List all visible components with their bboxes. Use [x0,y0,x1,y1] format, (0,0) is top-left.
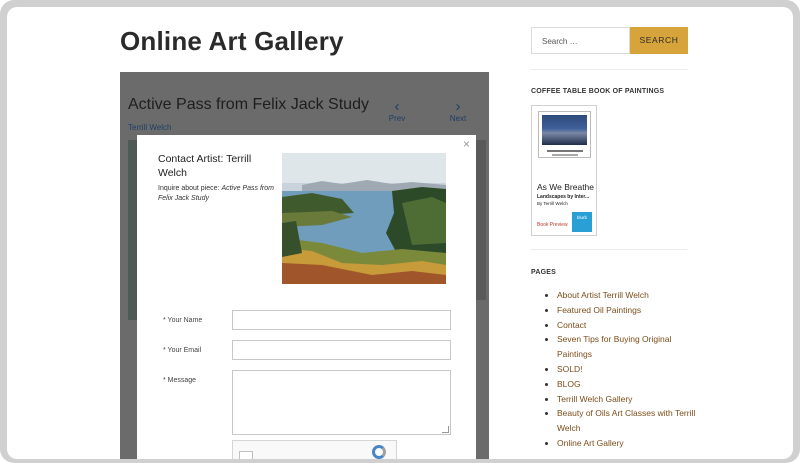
site-title[interactable]: Online Art Gallery [120,26,344,57]
background-painting-edge [476,140,486,300]
book-cover-painting [542,115,587,145]
book-cover-caption [547,150,583,152]
page-link[interactable]: Online Art Gallery [557,436,707,451]
inquire-text: Inquire about piece: Active Pass from Fe… [158,184,283,204]
next-label: Next [449,114,467,123]
book-widget-title: COFFEE TABLE BOOK OF PAINTINGS [531,88,665,95]
recaptcha-checkbox[interactable] [239,451,253,459]
prev-label: Prev [388,114,406,123]
page-link[interactable]: Beauty of Oils Art Classes with Terrill … [557,406,707,436]
message-field[interactable] [232,370,451,435]
email-label: * Your Email [163,347,202,354]
blurb-logo: blurb [572,212,592,232]
device-frame: Online Art Gallery Active Pass from Feli… [0,0,800,463]
page-link[interactable]: Contact [557,318,707,333]
browser-viewport: Online Art Gallery Active Pass from Feli… [7,7,793,459]
search-input[interactable]: Search … [531,27,630,54]
book-cover-image [538,111,591,158]
post-title: Active Pass from Felix Jack Study [128,96,369,113]
book-author: By Terrill Welch [537,201,568,206]
pages-list: About Artist Terrill Welch Featured Oil … [545,288,707,451]
name-label: * Your Name [163,317,203,324]
page-link[interactable]: SOLD! [557,362,707,377]
page-link[interactable]: Terrill Welch Gallery [557,392,707,407]
chevron-left-icon: ‹ [394,98,400,115]
message-label: * Message [163,377,197,384]
search-button[interactable]: SEARCH [630,27,688,54]
recaptcha-icon [372,445,386,459]
chevron-right-icon: › [455,98,461,115]
page-link[interactable]: BLOG [557,377,707,392]
post-author-link[interactable]: Terrill Welch [128,123,171,132]
email-field[interactable] [232,340,451,360]
book-subtitle: Landscapes by Inter... [537,194,590,200]
divider [531,249,687,250]
page-link[interactable]: Seven Tips for Buying Original Paintings [557,332,707,362]
book-title: As We Breathe [537,182,595,192]
page-link[interactable]: Featured Oil Paintings [557,303,707,318]
recaptcha-widget[interactable] [232,440,397,459]
pages-widget-title: PAGES [531,269,556,276]
close-icon[interactable]: × [463,137,470,151]
next-post-link[interactable]: › Next [443,98,473,123]
divider [531,69,687,70]
inquire-prefix: Inquire about piece: [158,185,222,192]
resize-handle-icon[interactable] [442,426,449,433]
page-link[interactable]: About Artist Terrill Welch [557,288,707,303]
painting-image [282,153,446,284]
contact-artist-modal: × Contact Artist: Terrill Welch Inquire … [137,135,476,459]
book-preview-link[interactable]: Book Preview [537,222,568,228]
prev-post-link[interactable]: ‹ Prev [382,98,412,123]
book-cover-caption [552,154,578,156]
name-field[interactable] [232,310,451,330]
modal-title: Contact Artist: Terrill Welch [158,153,252,179]
book-preview-widget[interactable]: As We Breathe Landscapes by Inter... By … [531,105,597,236]
